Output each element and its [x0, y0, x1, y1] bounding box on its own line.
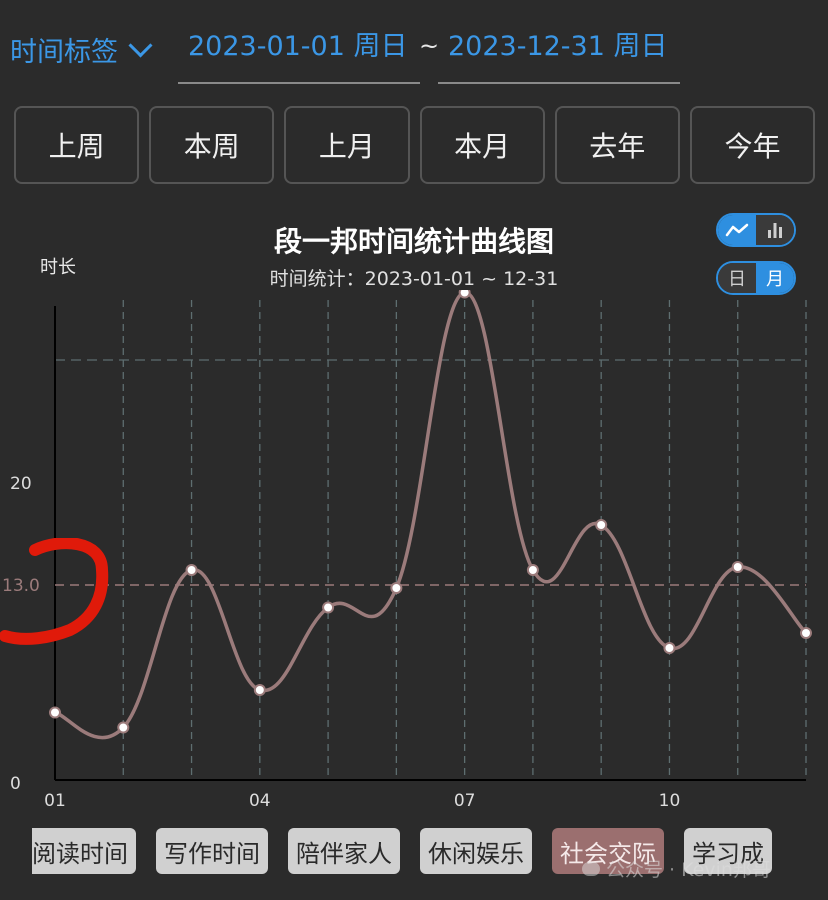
this-year-button[interactable]: 今年 [689, 106, 816, 184]
data-point [526, 564, 539, 576]
chevron-down-icon [128, 33, 153, 58]
line-chart-icon [725, 223, 749, 237]
series-tab[interactable]: 阅读时间 [32, 828, 136, 874]
chart-title: 段一邦时间统计曲线图 [273, 225, 554, 258]
chart-type-toggle [716, 213, 796, 247]
last-year-button[interactable]: 去年 [554, 106, 680, 184]
chart-subtitle: 时间统计：2023-01-01 ~ 12-31 [269, 268, 559, 290]
series-line [54, 290, 808, 740]
date-range-separator: ~ [419, 32, 440, 60]
data-point [800, 627, 812, 639]
wechat-icon [582, 861, 600, 876]
data-point [731, 561, 744, 573]
data-point [322, 601, 335, 614]
series-tab[interactable]: 陪伴家人 [288, 828, 400, 874]
period-day-option[interactable]: 日 [718, 263, 756, 293]
annotation-mark [0, 538, 109, 645]
x-tick-label: 10 [659, 791, 681, 811]
bar-chart-icon [768, 223, 782, 238]
start-date-field[interactable]: 2023-01-01 周日 [178, 28, 420, 84]
this-week-button[interactable]: 本周 [149, 106, 275, 184]
time-tag-label: 时间标签 [10, 37, 118, 68]
y-axis-label: 时长 [40, 257, 76, 278]
start-date-value: 2023-01-01 周日 [188, 31, 408, 62]
x-tick-label: 04 [249, 791, 271, 811]
data-point [663, 642, 676, 654]
y-tick-label: 20 [10, 474, 32, 494]
series-tab[interactable]: 写作时间 [156, 828, 268, 874]
y-tick-label: 0 [10, 774, 21, 794]
data-point [253, 684, 266, 696]
series-tab[interactable]: 休闲娱乐 [420, 828, 532, 874]
bar-chart-toggle[interactable] [756, 215, 794, 245]
this-month-button[interactable]: 本月 [419, 106, 545, 184]
line-chart-toggle[interactable] [718, 215, 756, 245]
data-point [595, 519, 608, 531]
data-point [390, 582, 403, 594]
time-tag-dropdown[interactable]: 时间标签 [10, 30, 153, 69]
quick-range-buttons: 上周 本周 上月 本月 去年 今年 [14, 106, 816, 184]
last-month-button[interactable]: 上月 [284, 106, 410, 184]
data-point [117, 721, 130, 734]
data-point [49, 706, 61, 719]
x-tick-label: 07 [454, 791, 476, 811]
line-chart: 13.002001 04 07 10 [2, 290, 812, 811]
watermark: 公众号 · Kevin邦哥 [582, 855, 771, 882]
data-point [185, 564, 198, 576]
data-point [458, 290, 471, 299]
watermark-text: 公众号 · Kevin邦哥 [606, 859, 771, 881]
end-date-field[interactable]: 2023-12-31 周日 [438, 28, 680, 84]
date-filter-bar: 时间标签 2023-01-01 周日 ~ 2023-12-31 周日 [0, 0, 828, 90]
period-month-option[interactable]: 月 [756, 263, 794, 293]
last-week-button[interactable]: 上周 [14, 106, 140, 184]
x-tick-label: 01 [44, 791, 66, 811]
end-date-value: 2023-12-31 周日 [448, 31, 668, 62]
